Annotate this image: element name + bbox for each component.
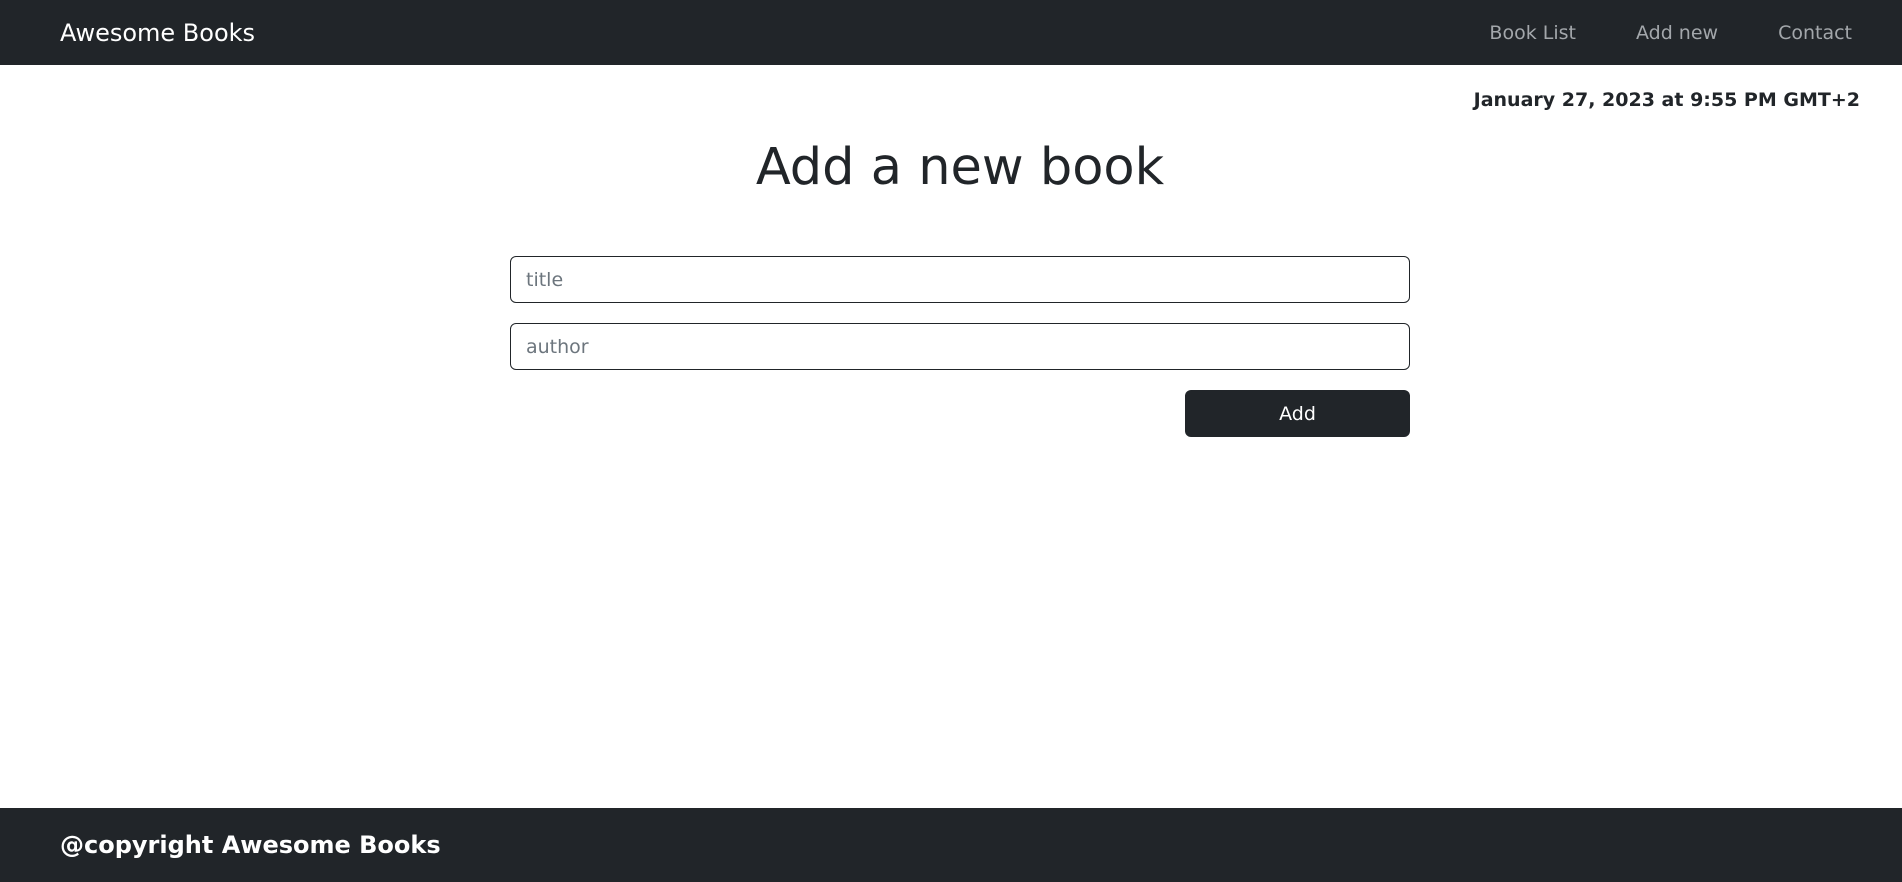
nav-link-book-list[interactable]: Book List (1459, 22, 1606, 44)
date-display: January 27, 2023 at 9:55 PM GMT+2 (1473, 89, 1860, 111)
add-book-form: Add (510, 256, 1410, 437)
nav-links: Book List Add new Contact (1459, 22, 1862, 44)
navbar: Awesome Books Book List Add new Contact (0, 0, 1902, 65)
nav-link-contact[interactable]: Contact (1748, 22, 1862, 44)
footer-copyright: @copyright Awesome Books (60, 831, 441, 859)
brand-link[interactable]: Awesome Books (60, 19, 255, 47)
footer: @copyright Awesome Books (0, 808, 1902, 882)
title-input[interactable] (510, 256, 1410, 303)
nav-link-add-new[interactable]: Add new (1606, 22, 1748, 44)
author-input[interactable] (510, 323, 1410, 370)
button-row: Add (510, 390, 1410, 437)
add-button[interactable]: Add (1185, 390, 1410, 437)
page: Awesome Books Book List Add new Contact … (0, 0, 1902, 882)
page-title: Add a new book (755, 138, 1165, 197)
